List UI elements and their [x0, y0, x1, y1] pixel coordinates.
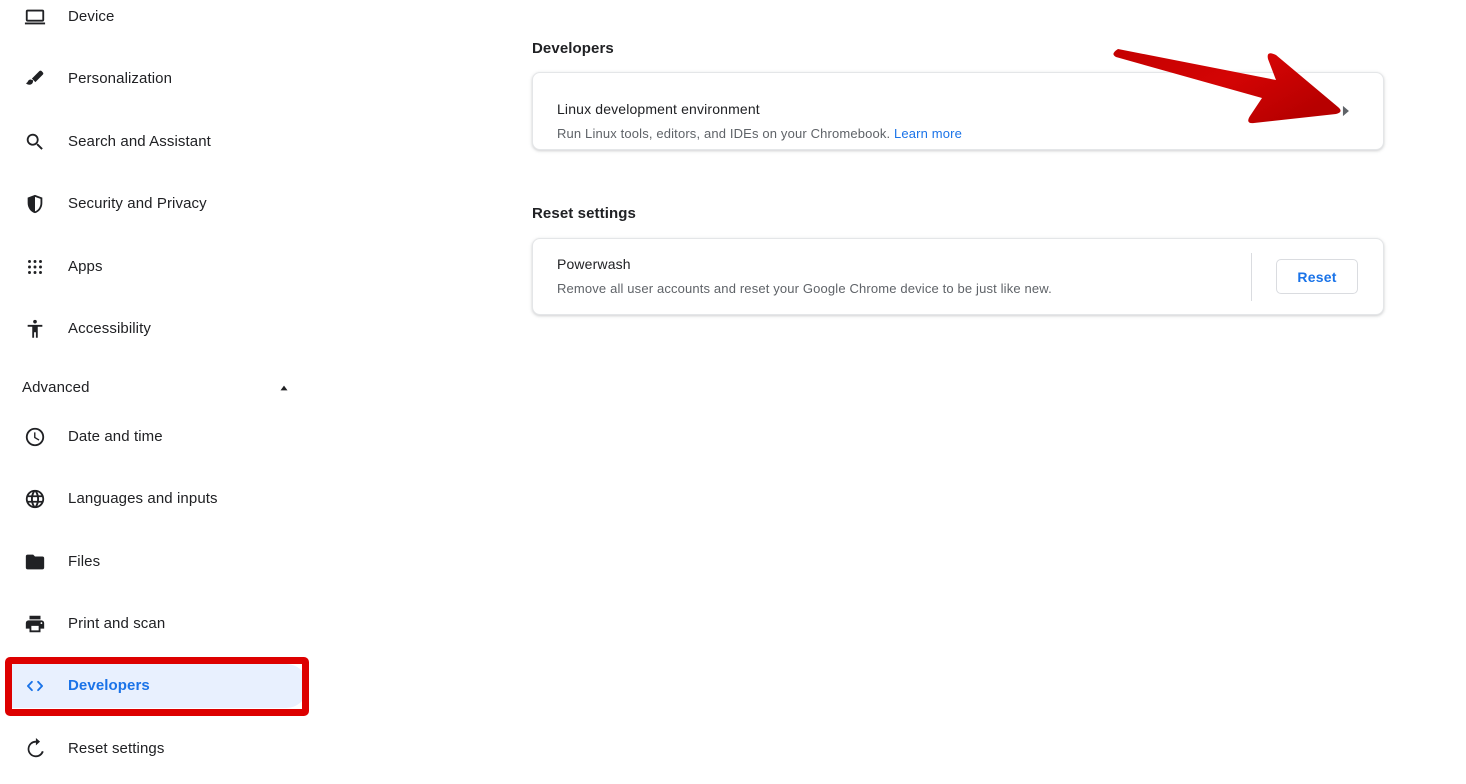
sidebar-item-device[interactable]: Device: [12, 0, 308, 39]
sidebar-item-search-assistant[interactable]: Search and Assistant: [12, 120, 308, 164]
settings-content: Developers Linux development environment…: [330, 0, 1466, 784]
sidebar-item-label: Developers: [68, 677, 150, 694]
sidebar-item-developers[interactable]: Developers: [12, 664, 308, 708]
restore-icon: [23, 737, 47, 761]
folder-icon: [23, 550, 47, 574]
advanced-label: Advanced: [22, 379, 90, 396]
reset-button[interactable]: Reset: [1276, 259, 1358, 294]
sidebar-item-accessibility[interactable]: Accessibility: [12, 307, 308, 351]
settings-sidebar: Device Personalization Search and Assistan…: [0, 0, 330, 784]
search-icon: [23, 130, 47, 154]
linux-development-environment-card[interactable]: Linux development environment Run Linux …: [532, 72, 1384, 150]
shield-icon: [23, 192, 47, 216]
clock-icon: [23, 425, 47, 449]
sidebar-item-apps[interactable]: Apps: [12, 245, 308, 289]
vertical-divider: [1251, 253, 1252, 301]
sidebar-item-print-and-scan[interactable]: Print and scan: [12, 602, 308, 646]
settings-page: Device Personalization Search and Assistan…: [0, 0, 1466, 784]
sidebar-item-date-and-time[interactable]: Date and time: [12, 415, 308, 459]
sidebar-item-label: Accessibility: [68, 320, 151, 337]
sidebar-item-security-privacy[interactable]: Security and Privacy: [12, 182, 308, 226]
sidebar-item-label: Apps: [68, 258, 103, 275]
code-icon: [23, 674, 47, 698]
learn-more-link[interactable]: Learn more: [894, 126, 962, 141]
brush-icon: [23, 67, 47, 91]
accessibility-icon: [23, 317, 47, 341]
sidebar-item-label: Date and time: [68, 428, 163, 445]
chevron-up-icon[interactable]: [274, 378, 294, 398]
linux-card-subtitle: Run Linux tools, editors, and IDEs on yo…: [557, 124, 962, 144]
apps-grid-icon: [23, 255, 47, 279]
sidebar-item-personalization[interactable]: Personalization: [12, 57, 308, 101]
chevron-right-icon[interactable]: [1339, 104, 1351, 118]
sidebar-item-label: Print and scan: [68, 615, 166, 632]
sidebar-section-advanced[interactable]: Advanced: [12, 368, 308, 408]
reset-settings-section-title: Reset settings: [532, 205, 636, 223]
sidebar-item-label: Files: [68, 553, 101, 570]
powerwash-card-subtitle: Remove all user accounts and reset your …: [557, 281, 1052, 296]
powerwash-card-title: Powerwash: [557, 256, 631, 272]
globe-icon: [23, 487, 47, 511]
sidebar-item-reset-settings[interactable]: Reset settings: [12, 727, 308, 771]
printer-icon: [23, 612, 47, 636]
sidebar-item-label: Languages and inputs: [68, 490, 218, 507]
linux-card-subtitle-text: Run Linux tools, editors, and IDEs on yo…: [557, 126, 895, 141]
linux-card-title: Linux development environment: [557, 101, 760, 117]
sidebar-item-label: Search and Assistant: [68, 133, 211, 150]
sidebar-item-label: Personalization: [68, 70, 173, 87]
developers-section-title: Developers: [532, 40, 614, 58]
sidebar-item-label: Reset settings: [68, 740, 165, 757]
powerwash-card: Powerwash Remove all user accounts and r…: [532, 238, 1384, 315]
sidebar-item-label: Security and Privacy: [68, 195, 207, 212]
laptop-icon: [23, 5, 47, 29]
sidebar-item-label: Device: [68, 8, 115, 25]
sidebar-item-languages-inputs[interactable]: Languages and inputs: [12, 477, 308, 521]
sidebar-item-files[interactable]: Files: [12, 540, 308, 584]
